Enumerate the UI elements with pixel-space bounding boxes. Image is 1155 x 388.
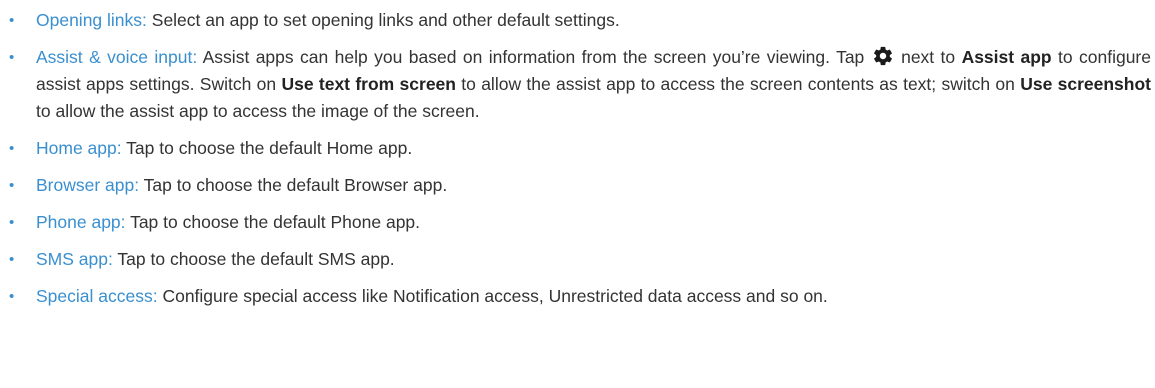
- bullet: •: [9, 214, 15, 231]
- list-item-sms-app: • SMS app: Tap to choose the default SMS…: [0, 246, 1155, 273]
- term-label: Browser app:: [36, 175, 140, 195]
- term-label: SMS app:: [36, 249, 113, 269]
- description-text: Tap to choose the default SMS app.: [112, 249, 395, 269]
- list-item-assist-voice-input: • Assist & voice input: Assist apps can …: [0, 44, 1155, 125]
- term-label: Phone app:: [36, 212, 126, 232]
- description-text: Tap to choose the default Browser app.: [139, 175, 448, 195]
- bullet: •: [9, 49, 15, 66]
- list-item-home-app: • Home app: Tap to choose the default Ho…: [0, 135, 1155, 162]
- gear-icon: [873, 46, 892, 66]
- description-text: Configure special access like Notificati…: [157, 286, 828, 306]
- list-item-special-access: • Special access: Configure special acce…: [0, 283, 1155, 310]
- description-text: Tap to choose the default Phone app.: [125, 212, 421, 232]
- term-label: Opening links:: [36, 10, 147, 30]
- bullet: •: [9, 288, 15, 305]
- description-text: to allow the assist app to access the sc…: [455, 74, 1021, 94]
- description-text: next to: [894, 47, 962, 67]
- description-text: Assist apps can help you based on inform…: [197, 47, 871, 67]
- term-label: Home app:: [36, 138, 122, 158]
- term-label: Assist & voice input:: [36, 47, 198, 67]
- term-label: Special access:: [36, 286, 158, 306]
- description-text: Select an app to set opening links and o…: [146, 10, 620, 30]
- bullet: •: [9, 140, 15, 157]
- bold-term: Assist app: [961, 47, 1052, 67]
- bullet: •: [9, 251, 15, 268]
- list-item-browser-app: • Browser app: Tap to choose the default…: [0, 172, 1155, 199]
- settings-description-list: • Opening links: Select an app to set op…: [0, 0, 1155, 310]
- bullet: •: [9, 177, 15, 194]
- bold-term: Use screenshot: [1020, 74, 1151, 94]
- list-item-opening-links: • Opening links: Select an app to set op…: [0, 7, 1155, 34]
- description-text: Tap to choose the default Home app.: [121, 138, 413, 158]
- description-text: to allow the assist app to access the im…: [36, 101, 480, 121]
- list-item-phone-app: • Phone app: Tap to choose the default P…: [0, 209, 1155, 236]
- bold-term: Use text from screen: [281, 74, 456, 94]
- bullet: •: [9, 12, 15, 29]
